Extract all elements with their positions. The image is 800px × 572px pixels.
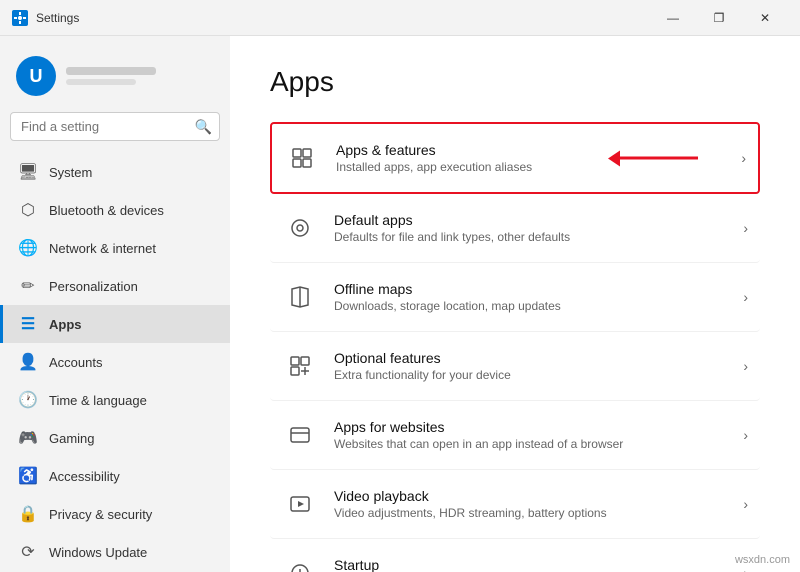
minimize-button[interactable]: — [650, 3, 696, 33]
avatar: U [16, 56, 56, 96]
offline-maps-icon [282, 279, 318, 315]
accounts-icon: 👤 [19, 353, 37, 371]
startup-label: Startup [334, 557, 735, 572]
sidebar-item-bluetooth[interactable]: ⬡ Bluetooth & devices [0, 191, 230, 229]
personalization-icon: ✏ [19, 277, 37, 295]
close-button[interactable]: ✕ [742, 3, 788, 33]
settings-item-apps-websites[interactable]: Apps for websites Websites that can open… [270, 401, 760, 470]
user-info [66, 67, 156, 85]
default-apps-label: Default apps [334, 212, 735, 228]
sidebar-item-label: Windows Update [49, 545, 147, 560]
offline-maps-chevron: › [743, 289, 748, 305]
nav-items: 🖥 System ⬡ Bluetooth & devices 🌐 Network… [0, 153, 230, 571]
settings-app-icon [12, 10, 28, 26]
update-icon: ⟳ [19, 543, 37, 561]
offline-maps-text: Offline maps Downloads, storage location… [334, 281, 735, 313]
app-body: U 🔍 🖥 System ⬡ Bluetooth & devices 🌐 Net… [0, 36, 800, 572]
apps-features-text: Apps & features Installed apps, app exec… [336, 142, 733, 174]
sidebar-item-apps[interactable]: ☰ Apps [0, 305, 230, 343]
apps-features-desc: Installed apps, app execution aliases [336, 160, 733, 174]
settings-item-video-playback[interactable]: Video playback Video adjustments, HDR st… [270, 470, 760, 539]
sidebar-item-label: Bluetooth & devices [49, 203, 164, 218]
main-panel: Apps Apps & features Installed apps, app… [230, 36, 800, 572]
sidebar-item-network[interactable]: 🌐 Network & internet [0, 229, 230, 267]
watermark: wsxdn.com [735, 554, 790, 566]
bluetooth-icon: ⬡ [19, 201, 37, 219]
sidebar-item-privacy[interactable]: 🔒 Privacy & security [0, 495, 230, 533]
settings-item-optional-features[interactable]: Optional features Extra functionality fo… [270, 332, 760, 401]
titlebar-controls: — ❐ ✕ [650, 3, 788, 33]
offline-maps-desc: Downloads, storage location, map updates [334, 299, 735, 313]
privacy-icon: 🔒 [19, 505, 37, 523]
video-playback-label: Video playback [334, 488, 735, 504]
video-playback-desc: Video adjustments, HDR streaming, batter… [334, 506, 735, 520]
sidebar-item-label: Time & language [49, 393, 147, 408]
time-icon: 🕐 [19, 391, 37, 409]
optional-features-chevron: › [743, 358, 748, 374]
settings-item-offline-maps[interactable]: Offline maps Downloads, storage location… [270, 263, 760, 332]
video-playback-chevron: › [743, 496, 748, 512]
sidebar-item-accounts[interactable]: 👤 Accounts [0, 343, 230, 381]
default-apps-icon [282, 210, 318, 246]
page-title: Apps [270, 66, 760, 98]
apps-websites-text: Apps for websites Websites that can open… [334, 419, 735, 451]
settings-item-default-apps[interactable]: Default apps Defaults for file and link … [270, 194, 760, 263]
default-apps-chevron: › [743, 220, 748, 236]
optional-features-desc: Extra functionality for your device [334, 368, 735, 382]
sidebar-item-time[interactable]: 🕐 Time & language [0, 381, 230, 419]
optional-features-text: Optional features Extra functionality fo… [334, 350, 735, 382]
search-icon: 🔍 [195, 118, 212, 135]
apps-websites-label: Apps for websites [334, 419, 735, 435]
user-sub [66, 79, 136, 85]
sidebar-item-label: Gaming [49, 431, 95, 446]
system-icon: 🖥 [19, 163, 37, 181]
titlebar-title: Settings [36, 11, 79, 25]
apps-features-label: Apps & features [336, 142, 733, 158]
apps-websites-icon [282, 417, 318, 453]
settings-item-apps-features[interactable]: Apps & features Installed apps, app exec… [270, 122, 760, 194]
sidebar-item-label: Accounts [49, 355, 102, 370]
sidebar: U 🔍 🖥 System ⬡ Bluetooth & devices 🌐 Net… [0, 36, 230, 572]
settings-list: Apps & features Installed apps, app exec… [270, 122, 760, 572]
default-apps-text: Default apps Defaults for file and link … [334, 212, 735, 244]
sidebar-item-system[interactable]: 🖥 System [0, 153, 230, 191]
sidebar-item-label: Privacy & security [49, 507, 152, 522]
sidebar-item-label: Personalization [49, 279, 138, 294]
search-box: 🔍 [10, 112, 220, 141]
apps-features-icon [284, 140, 320, 176]
accessibility-icon: ♿ [19, 467, 37, 485]
sidebar-item-gaming[interactable]: 🎮 Gaming [0, 419, 230, 457]
apps-websites-desc: Websites that can open in an app instead… [334, 437, 735, 451]
titlebar-left: Settings [12, 10, 79, 26]
startup-text: Startup Apps that start automatically wh… [334, 557, 735, 572]
video-playback-text: Video playback Video adjustments, HDR st… [334, 488, 735, 520]
sidebar-item-label: Accessibility [49, 469, 120, 484]
user-section: U [0, 48, 230, 112]
default-apps-desc: Defaults for file and link types, other … [334, 230, 735, 244]
sidebar-item-update[interactable]: ⟳ Windows Update [0, 533, 230, 571]
offline-maps-label: Offline maps [334, 281, 735, 297]
sidebar-item-personalization[interactable]: ✏ Personalization [0, 267, 230, 305]
sidebar-item-accessibility[interactable]: ♿ Accessibility [0, 457, 230, 495]
apps-features-chevron: › [741, 150, 746, 166]
gaming-icon: 🎮 [19, 429, 37, 447]
optional-features-icon [282, 348, 318, 384]
maximize-button[interactable]: ❐ [696, 3, 742, 33]
apps-icon: ☰ [19, 315, 37, 333]
sidebar-item-label: System [49, 165, 92, 180]
user-name [66, 67, 156, 75]
apps-websites-chevron: › [743, 427, 748, 443]
sidebar-item-label: Network & internet [49, 241, 156, 256]
network-icon: 🌐 [19, 239, 37, 257]
titlebar: Settings — ❐ ✕ [0, 0, 800, 36]
startup-chevron: › [743, 565, 748, 572]
search-input[interactable] [10, 112, 220, 141]
settings-item-startup[interactable]: Startup Apps that start automatically wh… [270, 539, 760, 572]
startup-icon [282, 555, 318, 572]
sidebar-item-label: Apps [49, 317, 82, 332]
optional-features-label: Optional features [334, 350, 735, 366]
video-playback-icon [282, 486, 318, 522]
